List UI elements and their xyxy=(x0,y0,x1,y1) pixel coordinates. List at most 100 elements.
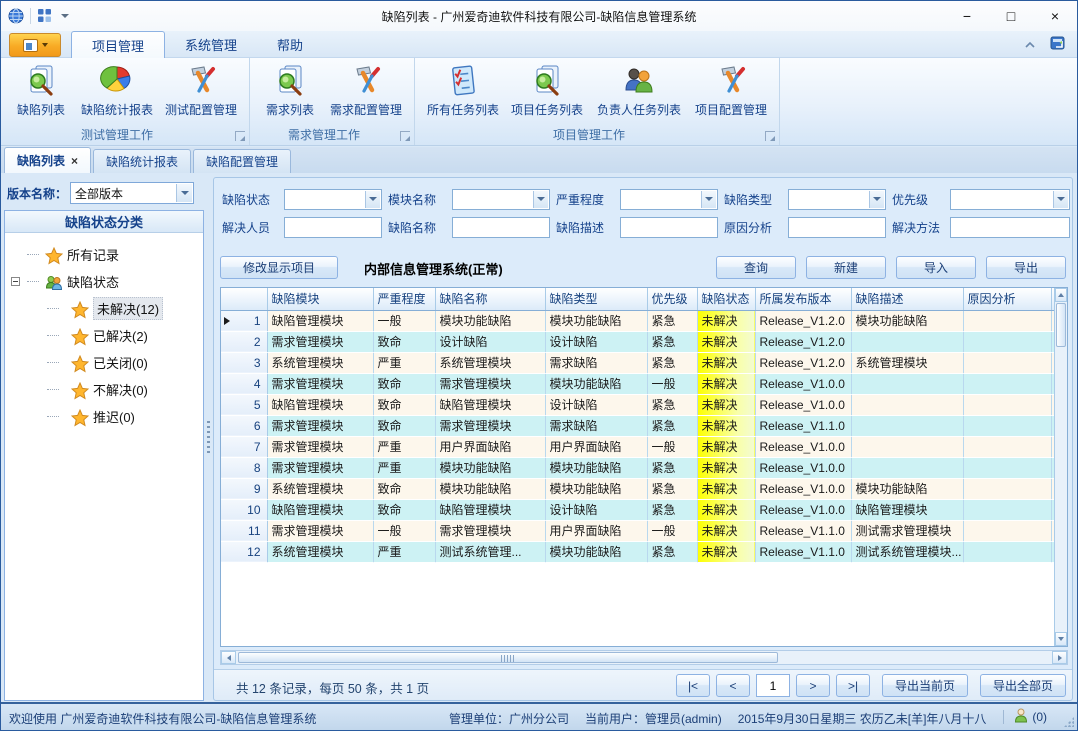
ribbon-tab-project[interactable]: 项目管理 xyxy=(71,31,165,58)
ribbon-tab-help[interactable]: 帮助 xyxy=(257,31,323,58)
scroll-left-icon[interactable] xyxy=(221,651,236,664)
column-header[interactable]: 原因分析 xyxy=(963,288,1051,310)
priority-dropdown[interactable] xyxy=(950,189,1070,210)
export-current-page-button[interactable]: 导出当前页 xyxy=(882,674,968,697)
vertical-scroll-thumb[interactable] xyxy=(1056,303,1066,347)
collapse-expander-icon[interactable] xyxy=(11,277,20,286)
vertical-scrollbar[interactable] xyxy=(1054,288,1067,646)
resize-grip[interactable] xyxy=(1064,717,1074,727)
modify-columns-button[interactable]: 修改显示项目 xyxy=(220,256,338,279)
horizontal-scrollbar[interactable] xyxy=(220,650,1068,665)
severity-dropdown[interactable] xyxy=(620,189,718,210)
table-row[interactable]: 1缺陷管理模块一般模块功能缺陷模块功能缺陷紧急未解决Release_V1.2.0… xyxy=(221,310,1054,331)
owner-tasks-button[interactable]: 负责人任务列表 xyxy=(589,61,689,125)
project-tasks-button[interactable]: 项目任务列表 xyxy=(505,61,589,125)
close-tab-icon[interactable]: × xyxy=(71,154,78,168)
tree-item-closed[interactable]: 已关闭(0) xyxy=(5,349,203,376)
query-button[interactable]: 查询 xyxy=(716,256,796,279)
new-button[interactable]: 新建 xyxy=(806,256,886,279)
table-row[interactable]: 9系统管理模块致命模块功能缺陷模块功能缺陷紧急未解决Release_V1.0.0… xyxy=(221,478,1054,499)
close-button[interactable]: × xyxy=(1033,1,1077,31)
tree-item-defect-status[interactable]: 缺陷状态 xyxy=(5,268,203,295)
column-header[interactable]: 优先级 xyxy=(647,288,697,310)
next-page-button[interactable]: > xyxy=(796,674,830,697)
defect-name-input[interactable] xyxy=(452,217,550,238)
defect-list-button[interactable]: 缺陷列表 xyxy=(7,61,75,125)
quick-access-dropdown-icon[interactable] xyxy=(61,14,69,18)
dialog-launcher-icon[interactable] xyxy=(765,131,775,141)
table-row[interactable]: 10缺陷管理模块致命缺陷管理模块设计缺陷紧急未解决Release_V1.0.0缺… xyxy=(221,499,1054,520)
defect-status-dropdown[interactable] xyxy=(284,189,382,210)
tree-item-wontfix[interactable]: 不解决(0) xyxy=(5,376,203,403)
defect-report-button[interactable]: 缺陷统计报表 xyxy=(75,61,159,125)
ribbon-tab-system[interactable]: 系统管理 xyxy=(165,31,257,58)
column-header[interactable]: 缺陷类型 xyxy=(545,288,647,310)
splitter[interactable] xyxy=(205,173,212,704)
combo-dropdown-button[interactable] xyxy=(176,184,192,202)
minimize-button[interactable]: − xyxy=(945,1,989,31)
export-button[interactable]: 导出 xyxy=(986,256,1066,279)
button-label: 缺陷列表 xyxy=(17,101,65,118)
tree-item-resolved[interactable]: 已解决(2) xyxy=(5,322,203,349)
version-combobox[interactable]: 全部版本 xyxy=(70,182,194,204)
filter-label: 模块名称 xyxy=(388,191,446,208)
dialog-launcher-icon[interactable] xyxy=(400,131,410,141)
tools-icon xyxy=(714,64,748,98)
table-row[interactable]: 3系统管理模块严重系统管理模块需求缺陷紧急未解决Release_V1.2.0系统… xyxy=(221,352,1054,373)
table-row[interactable]: 5缺陷管理模块致命缺陷管理模块设计缺陷紧急未解决Release_V1.0.0 xyxy=(221,394,1054,415)
scroll-down-icon[interactable] xyxy=(1055,632,1067,646)
module-name-dropdown[interactable] xyxy=(452,189,550,210)
tree-item-postponed[interactable]: 推迟(0) xyxy=(5,403,203,430)
column-header[interactable]: 缺陷状态 xyxy=(697,288,755,310)
table-row[interactable]: 12系统管理模块严重测试系统管理...模块功能缺陷紧急未解决Release_V1… xyxy=(221,541,1054,562)
table-row[interactable]: 7需求管理模块严重用户界面缺陷用户界面缺陷一般未解决Release_V1.0.0 xyxy=(221,436,1054,457)
column-header[interactable]: 缺陷描述 xyxy=(851,288,963,310)
tree-item-unresolved[interactable]: 未解决(12) xyxy=(5,295,203,322)
table-row[interactable]: 2需求管理模块致命设计缺陷设计缺陷紧急未解决Release_V1.2.0 xyxy=(221,331,1054,352)
requirement-list-button[interactable]: 需求列表 xyxy=(256,61,324,125)
first-page-button[interactable]: |< xyxy=(676,674,710,697)
resolver-input[interactable] xyxy=(284,217,382,238)
project-config-button[interactable]: 项目配置管理 xyxy=(689,61,773,125)
column-header[interactable]: 缺陷模块 xyxy=(267,288,373,310)
last-page-button[interactable]: >| xyxy=(836,674,870,697)
scroll-up-icon[interactable] xyxy=(1055,288,1067,302)
table-row[interactable]: 11需求管理模块一般需求管理模块用户界面缺陷一般未解决Release_V1.1.… xyxy=(221,520,1054,541)
doc-tab-defect-report[interactable]: 缺陷统计报表 xyxy=(93,149,191,173)
tree-item-all-records[interactable]: 所有记录 xyxy=(5,241,203,268)
page-number-input[interactable] xyxy=(756,674,790,697)
column-header[interactable]: 严重程度 xyxy=(373,288,435,310)
star-icon xyxy=(45,247,61,263)
chevron-down-icon xyxy=(369,197,377,201)
scroll-right-icon[interactable] xyxy=(1052,651,1067,664)
defect-desc-input[interactable] xyxy=(620,217,718,238)
doc-tab-defect-list[interactable]: 缺陷列表 × xyxy=(4,147,91,173)
chevron-down-icon xyxy=(705,197,713,201)
import-button[interactable]: 导入 xyxy=(896,256,976,279)
quick-access-grid-icon[interactable] xyxy=(37,8,53,24)
collapse-ribbon-icon[interactable] xyxy=(1024,38,1036,52)
dialog-launcher-icon[interactable] xyxy=(235,131,245,141)
grid-toolbar: 修改显示项目 内部信息管理系统(正常) 查询 新建 导入 导出 xyxy=(220,256,1068,282)
column-header[interactable]: 所属发布版本 xyxy=(755,288,851,310)
solution-input[interactable] xyxy=(950,217,1070,238)
table-row[interactable]: 8需求管理模块严重模块功能缺陷模块功能缺陷紧急未解决Release_V1.0.0 xyxy=(221,457,1054,478)
all-tasks-button[interactable]: 所有任务列表 xyxy=(421,61,505,125)
requirement-config-button[interactable]: 需求配置管理 xyxy=(324,61,408,125)
table-row[interactable]: 6需求管理模块致命需求管理模块需求缺陷紧急未解决Release_V1.1.0 xyxy=(221,415,1054,436)
app-menu-button[interactable] xyxy=(9,33,61,57)
people-icon xyxy=(622,64,656,98)
window-switch-icon[interactable] xyxy=(1050,35,1067,54)
export-all-pages-button[interactable]: 导出全部页 xyxy=(980,674,1066,697)
maximize-button[interactable]: □ xyxy=(989,1,1033,31)
pie-chart-icon xyxy=(100,64,134,98)
horizontal-scroll-thumb[interactable] xyxy=(238,652,778,663)
doc-tab-defect-config[interactable]: 缺陷配置管理 xyxy=(193,149,291,173)
cause-analysis-input[interactable] xyxy=(788,217,886,238)
defect-type-dropdown[interactable] xyxy=(788,189,886,210)
test-config-button[interactable]: 测试配置管理 xyxy=(159,61,243,125)
grid-footer: 共 12 条记录，每页 50 条，共 1 页 |< < > >| 导出当前页 导… xyxy=(214,669,1072,700)
table-row[interactable]: 4需求管理模块致命需求管理模块模块功能缺陷一般未解决Release_V1.0.0 xyxy=(221,373,1054,394)
prev-page-button[interactable]: < xyxy=(716,674,750,697)
column-header[interactable]: 缺陷名称 xyxy=(435,288,545,310)
